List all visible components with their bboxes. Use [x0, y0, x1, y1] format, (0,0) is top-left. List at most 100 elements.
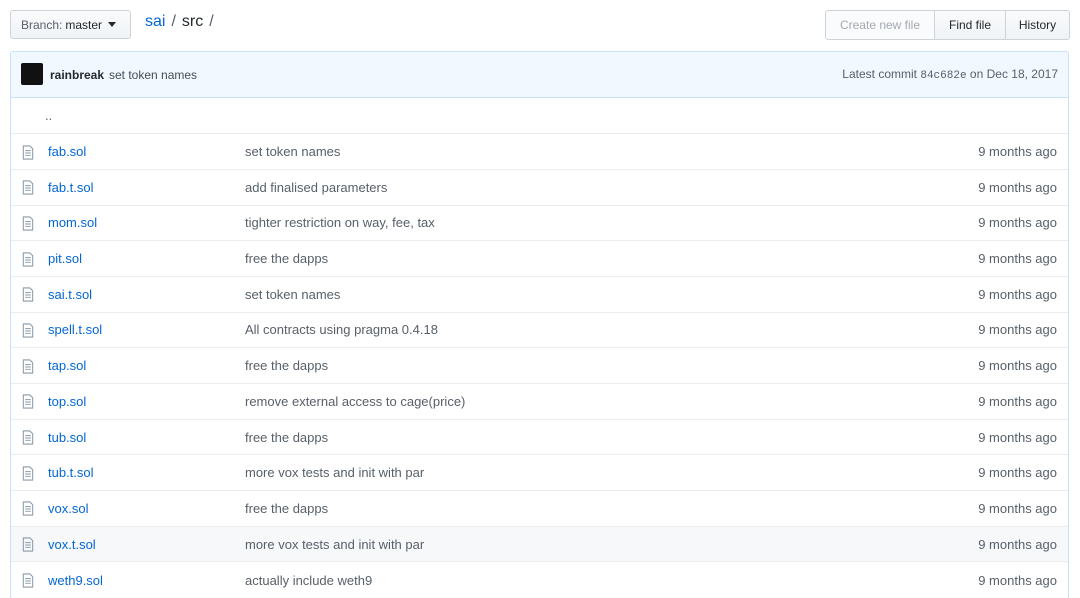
file-icon — [22, 394, 34, 409]
file-name-link[interactable]: tub.t.sol — [48, 465, 94, 480]
file-name-link[interactable]: tub.sol — [48, 430, 86, 445]
commit-message-link[interactable]: more vox tests and init with par — [245, 455, 947, 491]
commit-message-link[interactable]: free the dapps — [245, 491, 947, 527]
file-icon-cell — [11, 562, 48, 598]
file-name-cell: tub.t.sol — [48, 455, 245, 491]
file-row[interactable]: tub.sol free the dapps 9 months ago — [11, 419, 1068, 455]
find-file-button[interactable]: Find file — [934, 10, 1006, 40]
file-name-link[interactable]: spell.t.sol — [48, 322, 102, 337]
create-new-file-button[interactable]: Create new file — [825, 10, 935, 40]
file-row[interactable]: vox.t.sol more vox tests and init with pa… — [11, 526, 1068, 562]
file-name-cell: mom.sol — [48, 205, 245, 241]
commit-age: 9 months ago — [978, 358, 1057, 374]
commit-message-link[interactable]: free the dapps — [245, 348, 947, 384]
commit-message-link[interactable]: free the dapps — [245, 241, 947, 277]
commit-age: 9 months ago — [978, 465, 1057, 481]
file-row[interactable]: spell.t.sol All contracts using pragma 0.… — [11, 312, 1068, 348]
commit-message-link[interactable]: free the dapps — [245, 419, 947, 455]
commit-sha-link[interactable]: 84c682e — [920, 70, 966, 82]
breadcrumb-separator: / — [209, 13, 214, 30]
file-icon — [22, 252, 34, 267]
file-icon-cell — [11, 276, 48, 312]
file-icon — [22, 501, 34, 517]
file-name-link[interactable]: vox.t.sol — [48, 537, 96, 552]
commit-message-link[interactable]: set token names — [245, 134, 947, 170]
file-name-link[interactable]: top.sol — [48, 394, 86, 409]
file-row[interactable]: fab.sol set token names 9 months ago — [11, 133, 1068, 170]
commit-message-link[interactable]: tighter restriction on way, fee, tax — [245, 205, 947, 241]
branch-select-button[interactable]: Branch: master — [10, 10, 131, 39]
file-name-cell: weth9.sol — [48, 562, 245, 598]
caret-down-icon — [108, 22, 117, 27]
file-name-link[interactable]: sai.t.sol — [48, 287, 92, 302]
file-name-cell: tap.sol — [48, 348, 245, 384]
commit-author-link[interactable]: rainbreak — [50, 68, 104, 82]
file-icon-cell — [11, 312, 48, 348]
file-actions-group: Create new file Find file History — [825, 10, 1070, 40]
breadcrumb: sai / src / — [145, 13, 220, 31]
file-name-cell: tub.sol — [48, 419, 245, 455]
commit-message-link[interactable]: more vox tests and init with par — [245, 526, 947, 562]
file-icon — [22, 359, 34, 374]
commit-age: 9 months ago — [978, 572, 1057, 588]
file-icon-cell — [11, 348, 48, 384]
commit-age: 9 months ago — [978, 393, 1057, 409]
file-icon — [22, 323, 34, 338]
commit-message-link[interactable]: remove external access to cage(price) — [245, 384, 947, 420]
file-name-cell: top.sol — [48, 384, 245, 420]
file-row[interactable]: top.sol remove external access to cage(pr… — [11, 383, 1068, 420]
file-name-cell: pit.sol — [48, 241, 245, 277]
file-name-link[interactable]: vox.sol — [48, 501, 88, 516]
file-icon-cell — [11, 384, 48, 420]
parent-dir-link[interactable]: .. — [11, 98, 1068, 134]
breadcrumb-separator: / — [171, 13, 176, 30]
file-name-cell: spell.t.sol — [48, 312, 245, 348]
file-name-link[interactable]: pit.sol — [48, 251, 82, 266]
history-button[interactable]: History — [1005, 10, 1070, 40]
commit-age: 9 months ago — [978, 251, 1057, 267]
commit-info: Latest commit 84c682e on Dec 18, 2017 — [842, 67, 1058, 82]
file-icon — [22, 216, 34, 231]
file-icon — [22, 287, 34, 302]
file-row[interactable]: sai.t.sol set token names 9 months ago — [11, 276, 1068, 312]
file-icon-cell — [11, 526, 48, 562]
file-name-link[interactable]: tap.sol — [48, 358, 86, 373]
file-icon-cell — [11, 134, 48, 170]
commit-age: 9 months ago — [978, 500, 1057, 516]
commit-message-link[interactable]: set token names — [245, 276, 947, 312]
file-name-link[interactable]: mom.sol — [48, 215, 97, 230]
file-row[interactable]: pit.sol free the dapps 9 months ago — [11, 240, 1068, 277]
file-row[interactable]: mom.sol tighter restriction on way, fee, … — [11, 205, 1068, 241]
commit-message-link[interactable]: actually include weth9 — [245, 562, 947, 598]
commit-message-link[interactable]: set token names — [109, 68, 197, 82]
file-icon-cell — [11, 491, 48, 527]
breadcrumb-repo-link[interactable]: sai — [145, 13, 165, 31]
commit-message-link[interactable]: add finalised parameters — [245, 169, 947, 205]
file-icon — [22, 466, 34, 481]
file-row[interactable]: tap.sol free the dapps 9 months ago — [11, 347, 1068, 384]
commit-age: 9 months ago — [978, 179, 1057, 195]
file-name-link[interactable]: fab.t.sol — [48, 180, 94, 195]
file-icon — [22, 144, 34, 160]
commit-age: 9 months ago — [978, 536, 1057, 552]
file-name-cell: vox.sol — [48, 491, 245, 527]
file-icon-cell — [11, 169, 48, 205]
file-row[interactable]: tub.t.sol more vox tests and init with pa… — [11, 454, 1068, 491]
latest-commit-bar: rainbreak set token names Latest commit … — [11, 52, 1068, 98]
file-row[interactable]: fab.t.sol add finalised parameters 9 month… — [11, 169, 1068, 205]
file-icon-cell — [11, 419, 48, 455]
avatar[interactable] — [21, 63, 43, 85]
branch-name: master — [65, 17, 103, 32]
file-row[interactable]: weth9.sol actually include weth9 9 months … — [11, 561, 1068, 598]
file-navigation: Branch: master sai / src / Create new fi… — [0, 0, 1080, 50]
file-name-link[interactable]: weth9.sol — [48, 573, 103, 588]
file-name-cell: vox.t.sol — [48, 526, 245, 562]
file-icon — [22, 180, 34, 195]
parent-dir-row[interactable]: .. — [11, 98, 1068, 134]
file-name-link[interactable]: fab.sol — [48, 144, 86, 159]
commit-message-link[interactable]: All contracts using pragma 0.4.18 — [245, 312, 947, 348]
commit-age: 9 months ago — [978, 429, 1057, 445]
file-icon — [22, 430, 34, 445]
file-row[interactable]: vox.sol free the dapps 9 months ago — [11, 490, 1068, 527]
latest-commit-label: Latest commit — [842, 67, 917, 81]
